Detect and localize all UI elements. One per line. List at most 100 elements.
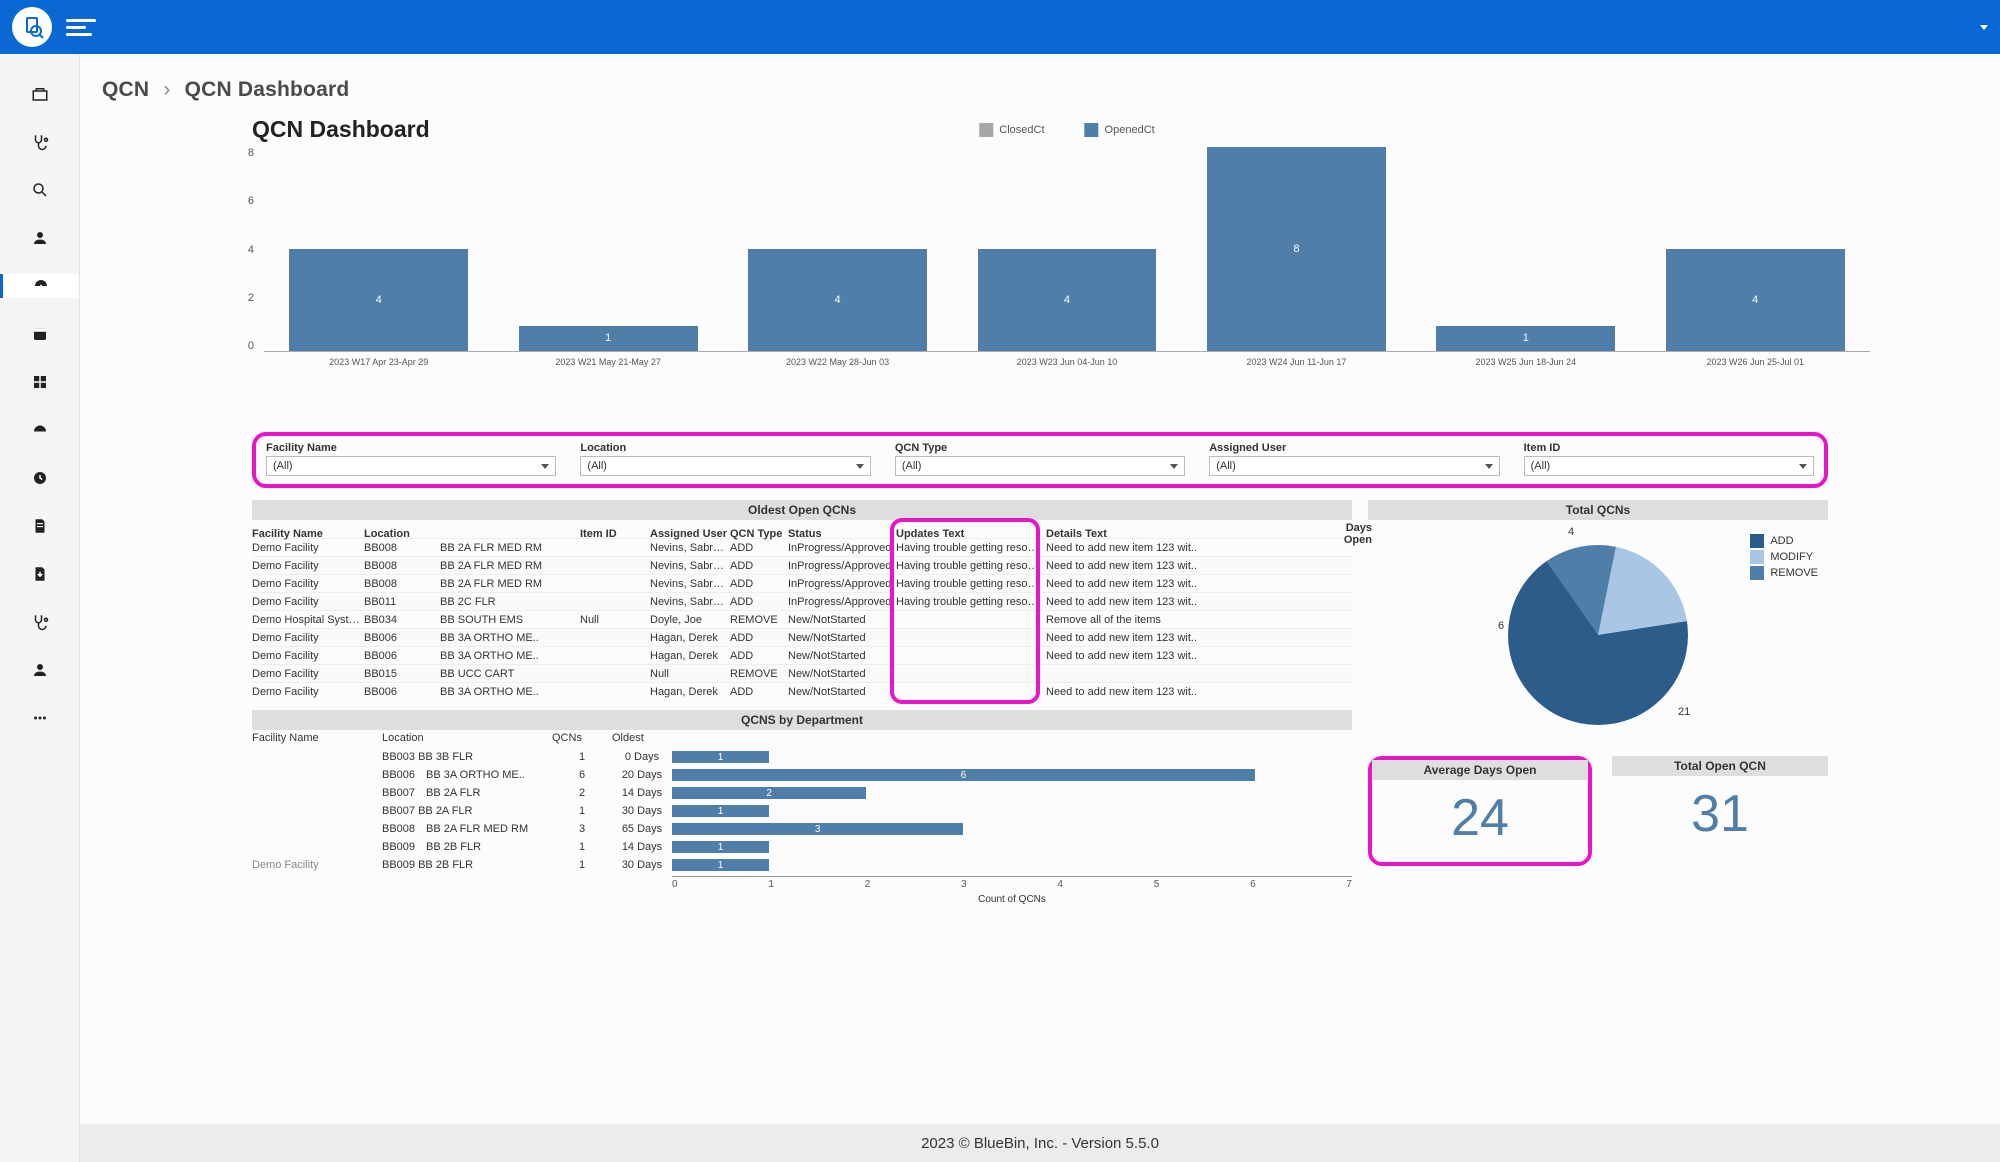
kpi-avg-label: Average Days Open [1372, 760, 1588, 780]
bar[interactable]: 4 [978, 249, 1157, 351]
table-row[interactable]: BB003 BB 3B FLR10 Days1 [252, 748, 1352, 766]
pie-swatch [1750, 550, 1764, 564]
pie-panel-title: Total QCNs [1368, 500, 1828, 520]
pie-label-modify: 6 [1498, 620, 1504, 632]
logo[interactable] [12, 7, 52, 47]
kpi-avg-value: 24 [1372, 780, 1588, 862]
table-row[interactable]: BB008 BB 2A FLR MED RM365 Days3 [252, 820, 1352, 838]
nav-download-icon[interactable] [20, 562, 60, 586]
kpi-average-days-open: Average Days Open 24 [1368, 756, 1592, 866]
footer-text: 2023 © BlueBin, Inc. - Version 5.5.0 [921, 1135, 1159, 1152]
bar[interactable]: 1 [519, 326, 698, 352]
oldest-panel-title: Oldest Open QCNs [252, 500, 1352, 520]
filter-label: Assigned User [1209, 442, 1499, 454]
nav-clock-icon[interactable] [20, 466, 60, 490]
table-row[interactable]: Demo Hospital SystemBB034BB SOUTH EMSNul… [252, 610, 1352, 628]
top-bar [0, 0, 2000, 54]
dept-x-axis: 01234567 [252, 876, 1352, 890]
filter-select-facility name[interactable]: (All) [266, 456, 556, 476]
dept-x-axis-label-row: Count of QCNs [252, 892, 1352, 905]
dept-panel-title: QCNS by Department [252, 710, 1352, 730]
nav-more-icon[interactable] [20, 706, 60, 730]
breadcrumb-current: QCN Dashboard [185, 78, 350, 101]
nav-stethoscope2-icon[interactable] [20, 610, 60, 634]
x-axis-labels: 2023 W17 Apr 23-Apr 292023 W21 May 21-Ma… [264, 357, 1870, 367]
legend-opened-swatch [1085, 123, 1099, 137]
dept-bar[interactable]: 1 [672, 751, 769, 763]
pie-label-remove: 4 [1568, 526, 1574, 538]
filter-select-assigned user[interactable]: (All) [1209, 456, 1499, 476]
pie-label-add: 21 [1678, 706, 1690, 718]
table-row[interactable]: Demo FacilityBB008BB 2A FLR MED RMNevins… [252, 556, 1352, 574]
dept-bar[interactable]: 1 [672, 841, 769, 853]
filter-select-location[interactable]: (All) [580, 456, 870, 476]
table-row[interactable]: Demo FacilityBB006BB 3A ORTHO ME..Hagan,… [252, 682, 1352, 700]
bar-plot: 4144814 [264, 147, 1870, 352]
filter-label: Location [580, 442, 870, 454]
filter-label: Facility Name [266, 442, 556, 454]
dept-bar[interactable]: 6 [672, 769, 1255, 781]
table-row[interactable]: BB007 BB 2A FLR130 Days1 [252, 802, 1352, 820]
pie [1508, 545, 1688, 725]
dept-bar[interactable]: 2 [672, 787, 866, 799]
menu-toggle-icon[interactable] [66, 19, 96, 36]
pie-swatch [1750, 534, 1764, 548]
filter-row: Facility Name (All) Location (All) QCN Type (… [252, 432, 1828, 488]
topbar-right-caret[interactable] [1980, 25, 1988, 30]
oldest-open-qcns-table: Facility NameLocationItem IDAssigned Use… [252, 520, 1352, 700]
y-axis: 86420 [236, 147, 254, 352]
sidebar [0, 54, 80, 1162]
table-row[interactable]: BB007 BB 2A FLR214 Days2 [252, 784, 1352, 802]
filter-label: QCN Type [895, 442, 1185, 454]
pie-legend: ADD MODIFY REMOVE [1750, 534, 1818, 582]
kpi-total-open-qcn: Total Open QCN 31 [1612, 756, 1828, 866]
nav-toolbox-icon[interactable] [20, 82, 60, 106]
table-row[interactable]: Demo FacilityBB015BB UCC CARTNullREMOVEN… [252, 664, 1352, 682]
nav-dashboard-icon[interactable] [0, 274, 79, 298]
dept-bar[interactable]: 1 [672, 859, 769, 871]
nav-user-icon[interactable] [20, 226, 60, 250]
table-row[interactable]: BB006 BB 3A ORTHO ME..620 Days6 [252, 766, 1352, 784]
legend-closed-swatch [979, 123, 993, 137]
bar[interactable]: 4 [748, 249, 927, 351]
kpi-total-value: 31 [1612, 776, 1828, 858]
nav-document-icon[interactable] [20, 514, 60, 538]
filter-label: Item ID [1524, 442, 1814, 454]
nav-person-icon[interactable] [20, 658, 60, 682]
chart-legend: ClosedCt OpenedCt [979, 123, 1154, 137]
footer: 2023 © BlueBin, Inc. - Version 5.5.0 [80, 1124, 2000, 1162]
filter-select-qcn type[interactable]: (All) [895, 456, 1185, 476]
bar[interactable]: 4 [289, 249, 468, 351]
dept-bar[interactable]: 3 [672, 823, 963, 835]
nav-stethoscope-icon[interactable] [20, 130, 60, 154]
kpi-total-label: Total Open QCN [1612, 756, 1828, 776]
pie-legend-label: MODIFY [1770, 551, 1813, 563]
nav-search-icon[interactable] [20, 178, 60, 202]
bar[interactable]: 4 [1666, 249, 1845, 351]
table-row[interactable]: Demo FacilityBB008BB 2A FLR MED RMNevins… [252, 538, 1352, 556]
bar[interactable]: 1 [1436, 326, 1615, 352]
table-row[interactable]: BB009 BB 2B FLR114 Days1 [252, 838, 1352, 856]
main-content: QCN › QCN Dashboard QCN Dashboard Closed… [80, 54, 2000, 1162]
breadcrumb: QCN › QCN Dashboard [80, 54, 2000, 116]
qcns-by-department-table: Facility NameLocationQCNsOldestBB003 BB … [252, 730, 1352, 874]
nav-calendar-icon[interactable] [20, 322, 60, 346]
total-qcns-pie-chart: ADD MODIFY REMOVE 4 6 21 [1368, 520, 1828, 750]
filter-select-item id[interactable]: (All) [1524, 456, 1814, 476]
table-row[interactable]: Demo FacilityBB008BB 2A FLR MED RMNevins… [252, 574, 1352, 592]
bar[interactable]: 8 [1207, 147, 1386, 351]
table-row[interactable]: Demo FacilityBB009 BB 2B FLR130 Days1 [252, 856, 1352, 874]
pie-swatch [1750, 566, 1764, 580]
pie-legend-label: ADD [1770, 535, 1793, 547]
breadcrumb-sep: › [163, 78, 170, 101]
nav-grid-icon[interactable] [20, 370, 60, 394]
kpi-row: Average Days Open 24 Total Open QCN 31 [1368, 756, 1828, 866]
nav-gauge-icon[interactable] [20, 418, 60, 442]
table-row[interactable]: Demo FacilityBB011BB 2C FLRNevins, Sabri… [252, 592, 1352, 610]
pie-legend-label: REMOVE [1770, 567, 1818, 579]
dept-bar[interactable]: 1 [672, 805, 769, 817]
weekly-bar-chart: ClosedCt OpenedCt 86420 4144814 2023 W17… [264, 147, 1870, 392]
breadcrumb-root[interactable]: QCN [102, 78, 149, 101]
table-row[interactable]: Demo FacilityBB006BB 3A ORTHO ME..Hagan,… [252, 646, 1352, 664]
table-row[interactable]: Demo FacilityBB006BB 3A ORTHO ME..Hagan,… [252, 628, 1352, 646]
